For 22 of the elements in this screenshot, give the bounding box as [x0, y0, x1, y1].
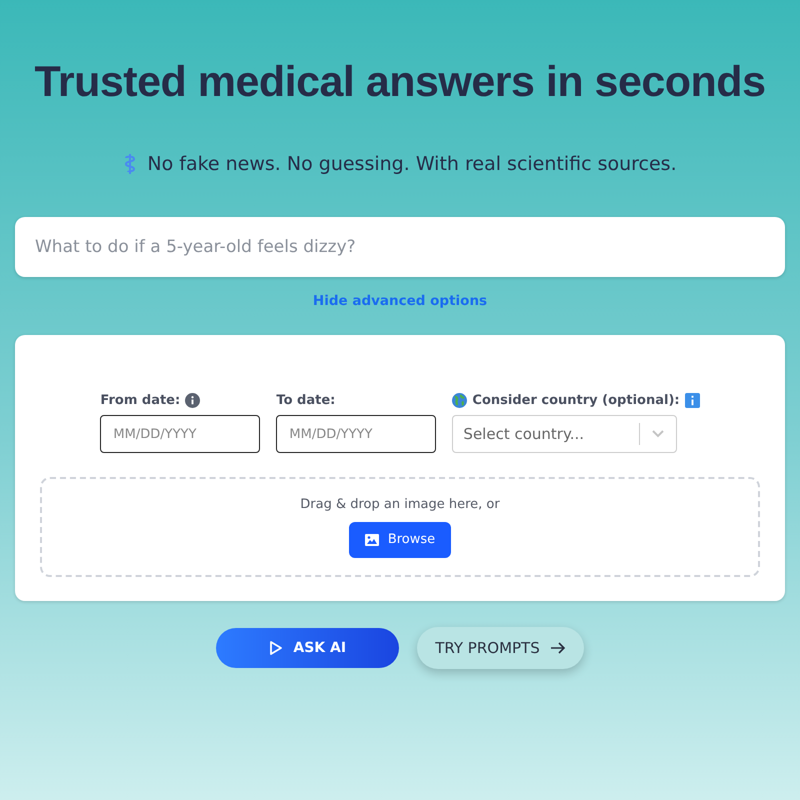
field-label: Consider country (optional):	[472, 392, 680, 408]
play-icon	[269, 640, 284, 656]
info-icon	[185, 392, 200, 408]
browse-button[interactable]: Browse	[348, 522, 452, 558]
date-field[interactable]: MM/DD/YYYY	[100, 415, 260, 453]
chevron-down-icon	[652, 430, 664, 438]
date-field[interactable]: MM/DD/YYYY	[276, 415, 436, 453]
field-label: From date:	[100, 392, 180, 408]
image-drop-zone[interactable]: Drag & drop an image here, or Browse	[40, 477, 760, 577]
country-select[interactable]: Select country...	[452, 415, 678, 453]
field-label: To date:	[276, 392, 336, 408]
caduceus-icon	[123, 153, 138, 175]
info-icon	[684, 392, 700, 408]
page-title: Trusted medical answers in seconds	[34, 58, 766, 107]
globe-icon	[452, 392, 468, 408]
try-prompts-button[interactable]: TRY PROMPTS	[417, 627, 584, 669]
subtitle: No fake news. No guessing. With real scientific sources.	[147, 153, 677, 175]
search-field[interactable]: What to do if a 5-year-old feels dizzy?	[15, 217, 785, 277]
image-icon	[364, 534, 379, 546]
arrow-right-icon	[550, 642, 566, 654]
ask-ai-button[interactable]: ASK AI	[216, 628, 400, 668]
drop-zone-text: Drag & drop an image here, or	[300, 496, 500, 512]
